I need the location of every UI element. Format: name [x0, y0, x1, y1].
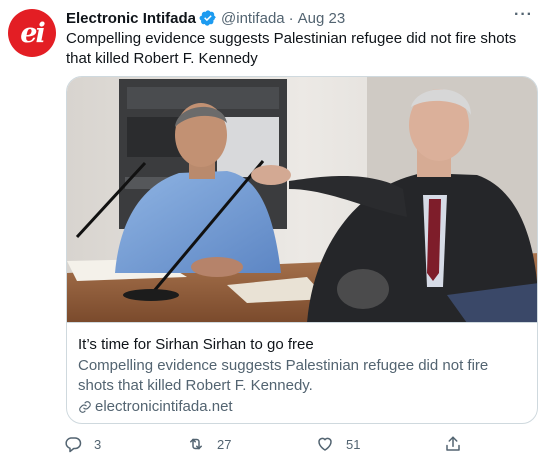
- tweet-text: Compelling evidence suggests Palestinian…: [66, 30, 517, 67]
- card-domain: electronicintifada.net: [78, 397, 526, 417]
- link-icon: [79, 401, 91, 413]
- retweet-icon: [190, 438, 202, 450]
- share-button[interactable]: [444, 434, 462, 454]
- like-button[interactable]: 51: [316, 434, 360, 454]
- card-body: It’s time for Sirhan Sirhan to go free C…: [78, 335, 526, 417]
- timestamp[interactable]: Aug 23: [298, 10, 346, 27]
- handle[interactable]: @intifada: [221, 10, 285, 27]
- avatar[interactable]: ei: [8, 9, 56, 57]
- like-icon: [318, 437, 332, 451]
- share-icon: [446, 436, 460, 451]
- like-count: 51: [346, 436, 361, 452]
- reply-count: 3: [94, 436, 102, 452]
- separator-dot: ·: [288, 9, 294, 27]
- verified-badge-icon: [199, 9, 217, 27]
- display-name[interactable]: Electronic Intifada: [66, 10, 196, 27]
- retweet-count: 27: [217, 436, 232, 452]
- avatar-logo-text: ei: [20, 17, 45, 49]
- hearing-photo: [67, 77, 537, 322]
- link-card[interactable]: It’s time for Sirhan Sirhan to go free C…: [66, 76, 538, 424]
- card-domain-text: electronicintifada.net: [95, 398, 233, 415]
- card-title: It’s time for Sirhan Sirhan to go free: [78, 336, 314, 353]
- reply-icon: [65, 437, 82, 453]
- card-image: [67, 77, 537, 323]
- more-icon[interactable]: ···: [514, 6, 533, 24]
- card-description: Compelling evidence suggests Palestinian…: [78, 357, 489, 394]
- reply-button[interactable]: 3: [64, 434, 101, 454]
- retweet-button[interactable]: 27: [187, 434, 231, 454]
- tweet-actions: 3 27 51: [58, 434, 478, 454]
- tweet-header: Electronic Intifada @intifada · Aug 23 ·…: [66, 6, 533, 28]
